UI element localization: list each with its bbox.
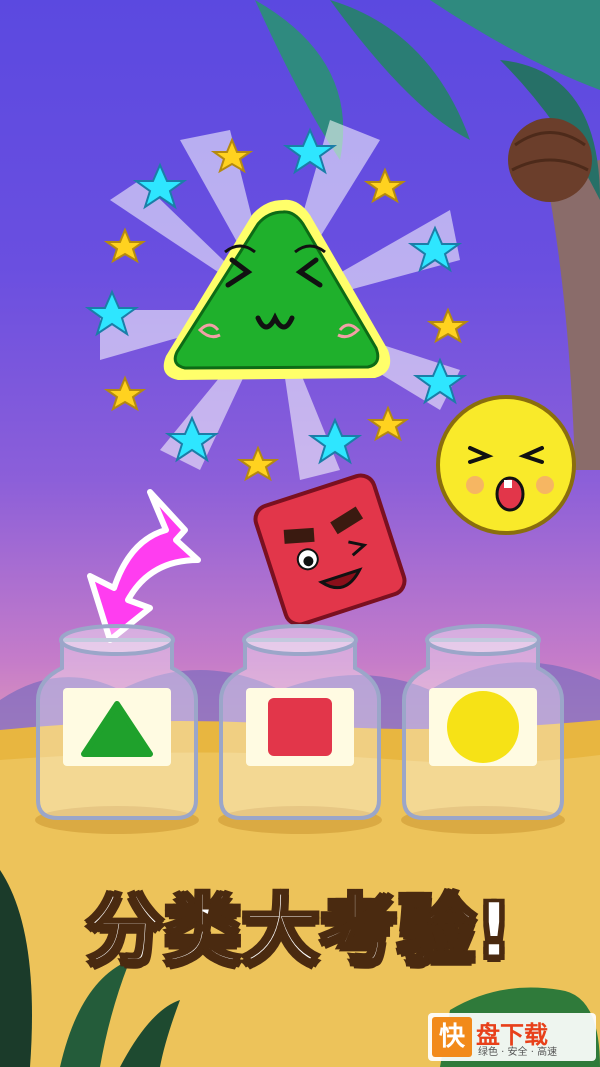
arrow-icon — [87, 489, 201, 643]
star-icon — [236, 445, 280, 482]
square-character[interactable] — [252, 472, 408, 628]
watermark-tagline: 绿色 · 安全 · 高速 — [478, 1047, 558, 1058]
star-icon — [103, 375, 147, 412]
watermark-logo-icon: 快 — [432, 1017, 472, 1057]
star-icon — [366, 405, 410, 442]
game-title: 分类大考验! — [85, 884, 514, 976]
watermark-badge: 快 盘下载 绿色 · 安全 · 高速 — [428, 1013, 596, 1061]
jar-circle[interactable] — [401, 624, 565, 834]
circle-character[interactable] — [436, 395, 576, 535]
jar-triangle[interactable] — [35, 624, 199, 834]
triangle-character[interactable] — [163, 199, 391, 380]
game-scene: 分类大考验! 快 盘下载 绿色 · 安全 · 高速 — [0, 0, 600, 1067]
star-icon — [363, 167, 407, 204]
star-icon — [426, 307, 470, 344]
star-icon — [103, 227, 147, 264]
jar-square[interactable] — [218, 624, 382, 834]
